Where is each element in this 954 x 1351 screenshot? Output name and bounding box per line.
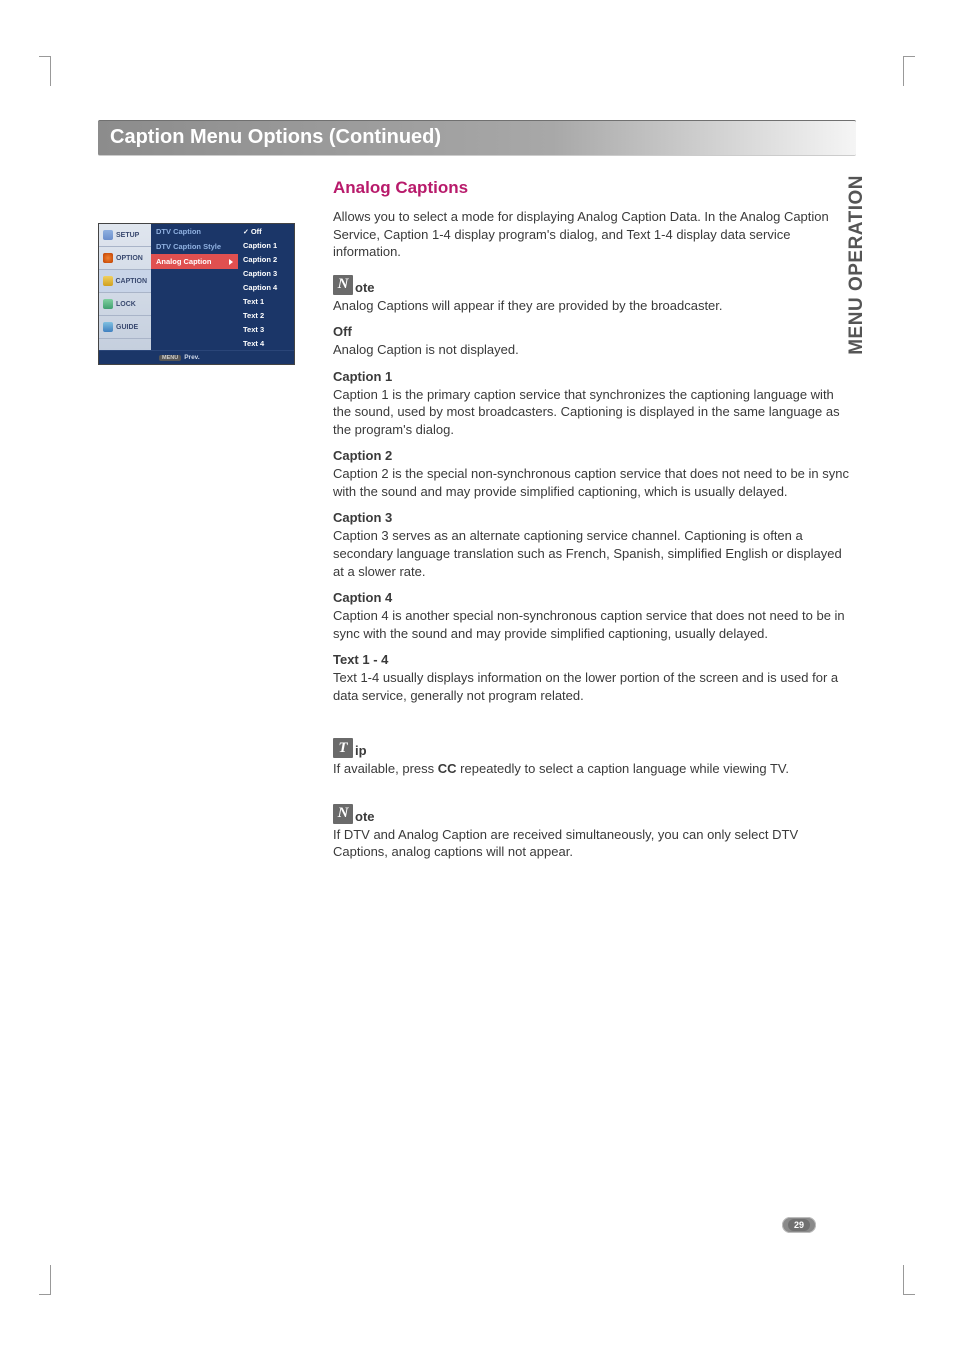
caption-icon bbox=[103, 276, 113, 286]
def-head-text1-4: Text 1 - 4 bbox=[333, 652, 850, 667]
osd-opt-caption2: Caption 2 bbox=[238, 252, 294, 266]
note-body-2: If DTV and Analog Caption are received s… bbox=[333, 826, 850, 861]
page: Caption Menu Options (Continued) SETUP O… bbox=[0, 0, 954, 869]
osd-row-dtv-caption-style: DTV Caption Style bbox=[151, 239, 238, 254]
osd-tab-setup: SETUP bbox=[99, 224, 151, 247]
def-body-caption3: Caption 3 serves as an alternate caption… bbox=[333, 527, 850, 580]
def-body-text1-4: Text 1-4 usually displays information on… bbox=[333, 669, 850, 704]
note-body-1: Analog Captions will appear if they are … bbox=[333, 297, 850, 315]
osd-opt-caption4: Caption 4 bbox=[238, 280, 294, 294]
osd-row-dtv-caption: DTV Caption bbox=[151, 224, 238, 239]
guide-icon bbox=[103, 322, 113, 332]
osd-tab-guide: GUIDE bbox=[99, 316, 151, 339]
osd-opt-text4: Text 4 bbox=[238, 336, 294, 350]
tip-body: If available, press CC repeatedly to sel… bbox=[333, 760, 850, 778]
arrow-right-icon bbox=[229, 259, 233, 265]
menu-button-icon: MENU bbox=[159, 355, 181, 361]
note-icon: N bbox=[333, 275, 353, 295]
osd-tabs: SETUP OPTION CAPTION LOCK GUIDE bbox=[99, 224, 151, 350]
def-body-off: Analog Caption is not displayed. bbox=[333, 341, 850, 359]
def-head-off: Off bbox=[333, 324, 850, 339]
def-body-caption1: Caption 1 is the primary caption service… bbox=[333, 386, 850, 439]
def-head-caption3: Caption 3 bbox=[333, 510, 850, 525]
page-number: 29 bbox=[782, 1217, 816, 1233]
def-head-caption1: Caption 1 bbox=[333, 369, 850, 384]
section-side-tab: MENU OPERATION bbox=[846, 175, 868, 355]
def-head-caption4: Caption 4 bbox=[333, 590, 850, 605]
note-heading-2: Note bbox=[333, 804, 850, 824]
osd-tab-caption: CAPTION bbox=[99, 270, 151, 293]
note-heading-1: Note bbox=[333, 275, 850, 295]
osd-screenshot: SETUP OPTION CAPTION LOCK GUIDE DTV Capt… bbox=[98, 223, 295, 365]
page-title-bar: Caption Menu Options (Continued) bbox=[98, 120, 856, 156]
osd-opt-text2: Text 2 bbox=[238, 308, 294, 322]
osd-tab-option: OPTION bbox=[99, 247, 151, 270]
osd-tab-lock: LOCK bbox=[99, 293, 151, 316]
def-body-caption2: Caption 2 is the special non-synchronous… bbox=[333, 465, 850, 500]
osd-footer: MENUPrev. bbox=[99, 350, 294, 364]
osd-row-analog-caption: Analog Caption bbox=[151, 254, 238, 269]
subsection-heading: Analog Captions bbox=[333, 178, 850, 198]
osd-opt-caption3: Caption 3 bbox=[238, 266, 294, 280]
osd-opt-off: Off bbox=[238, 224, 294, 238]
intro-paragraph: Allows you to select a mode for displayi… bbox=[333, 208, 850, 261]
osd-options: Off Caption 1 Caption 2 Caption 3 Captio… bbox=[238, 224, 294, 350]
osd-menu-middle: DTV Caption DTV Caption Style Analog Cap… bbox=[151, 224, 238, 350]
tip-heading: Tip bbox=[333, 738, 850, 758]
def-head-caption2: Caption 2 bbox=[333, 448, 850, 463]
tip-icon: T bbox=[333, 738, 353, 758]
note-icon: N bbox=[333, 804, 353, 824]
osd-opt-text1: Text 1 bbox=[238, 294, 294, 308]
lock-icon bbox=[103, 299, 113, 309]
osd-opt-text3: Text 3 bbox=[238, 322, 294, 336]
setup-icon bbox=[103, 230, 113, 240]
osd-opt-caption1: Caption 1 bbox=[238, 238, 294, 252]
def-body-caption4: Caption 4 is another special non-synchro… bbox=[333, 607, 850, 642]
option-icon bbox=[103, 253, 113, 263]
